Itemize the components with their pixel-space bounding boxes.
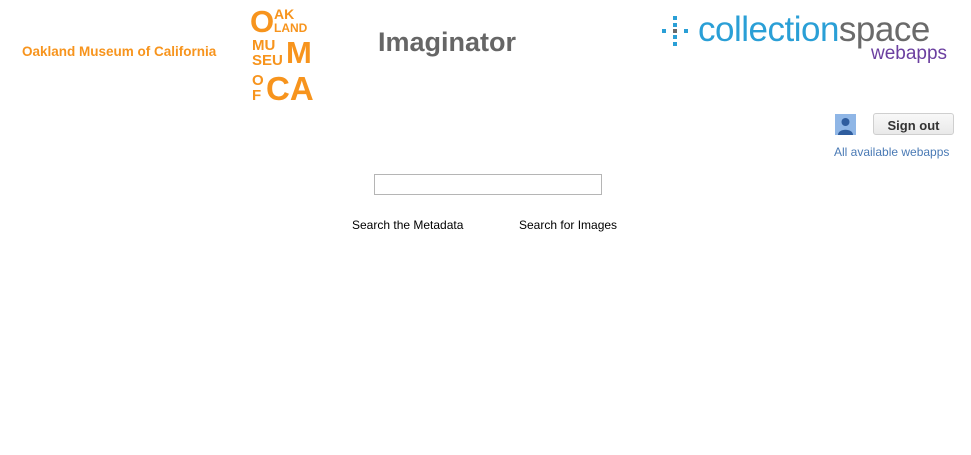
search-images-button[interactable]: Search for Images: [519, 218, 617, 232]
user-avatar-icon[interactable]: [835, 114, 856, 135]
collectionspace-subtitle: webapps: [871, 43, 948, 64]
collectionspace-logo: collectionspace webapps: [660, 10, 960, 66]
omca-logo-land: LAND: [274, 21, 308, 35]
cs-word-collection: collection: [698, 10, 839, 49]
omca-logo: O AK LAND MU M SEU O F CA: [250, 5, 314, 103]
page: Oakland Museum of California O AK LAND M…: [0, 0, 971, 455]
app-title: Imaginator: [378, 27, 517, 57]
search-metadata-button[interactable]: Search the Metadata: [352, 218, 463, 232]
omca-logo-seu: SEU: [252, 52, 283, 69]
omca-logo-o: O: [250, 5, 274, 39]
search-input[interactable]: [374, 174, 602, 195]
omca-logo-ak: AK: [274, 6, 294, 22]
all-webapps-link[interactable]: All available webapps: [834, 145, 949, 159]
sign-out-button[interactable]: Sign out: [873, 113, 954, 135]
omca-logo-f: F: [252, 87, 261, 103]
omca-logo-ca: CA: [266, 70, 314, 103]
collectionspace-cross-icon: [662, 16, 688, 46]
omca-logo-m: M: [286, 35, 312, 70]
museum-name: Oakland Museum of California: [22, 44, 217, 59]
